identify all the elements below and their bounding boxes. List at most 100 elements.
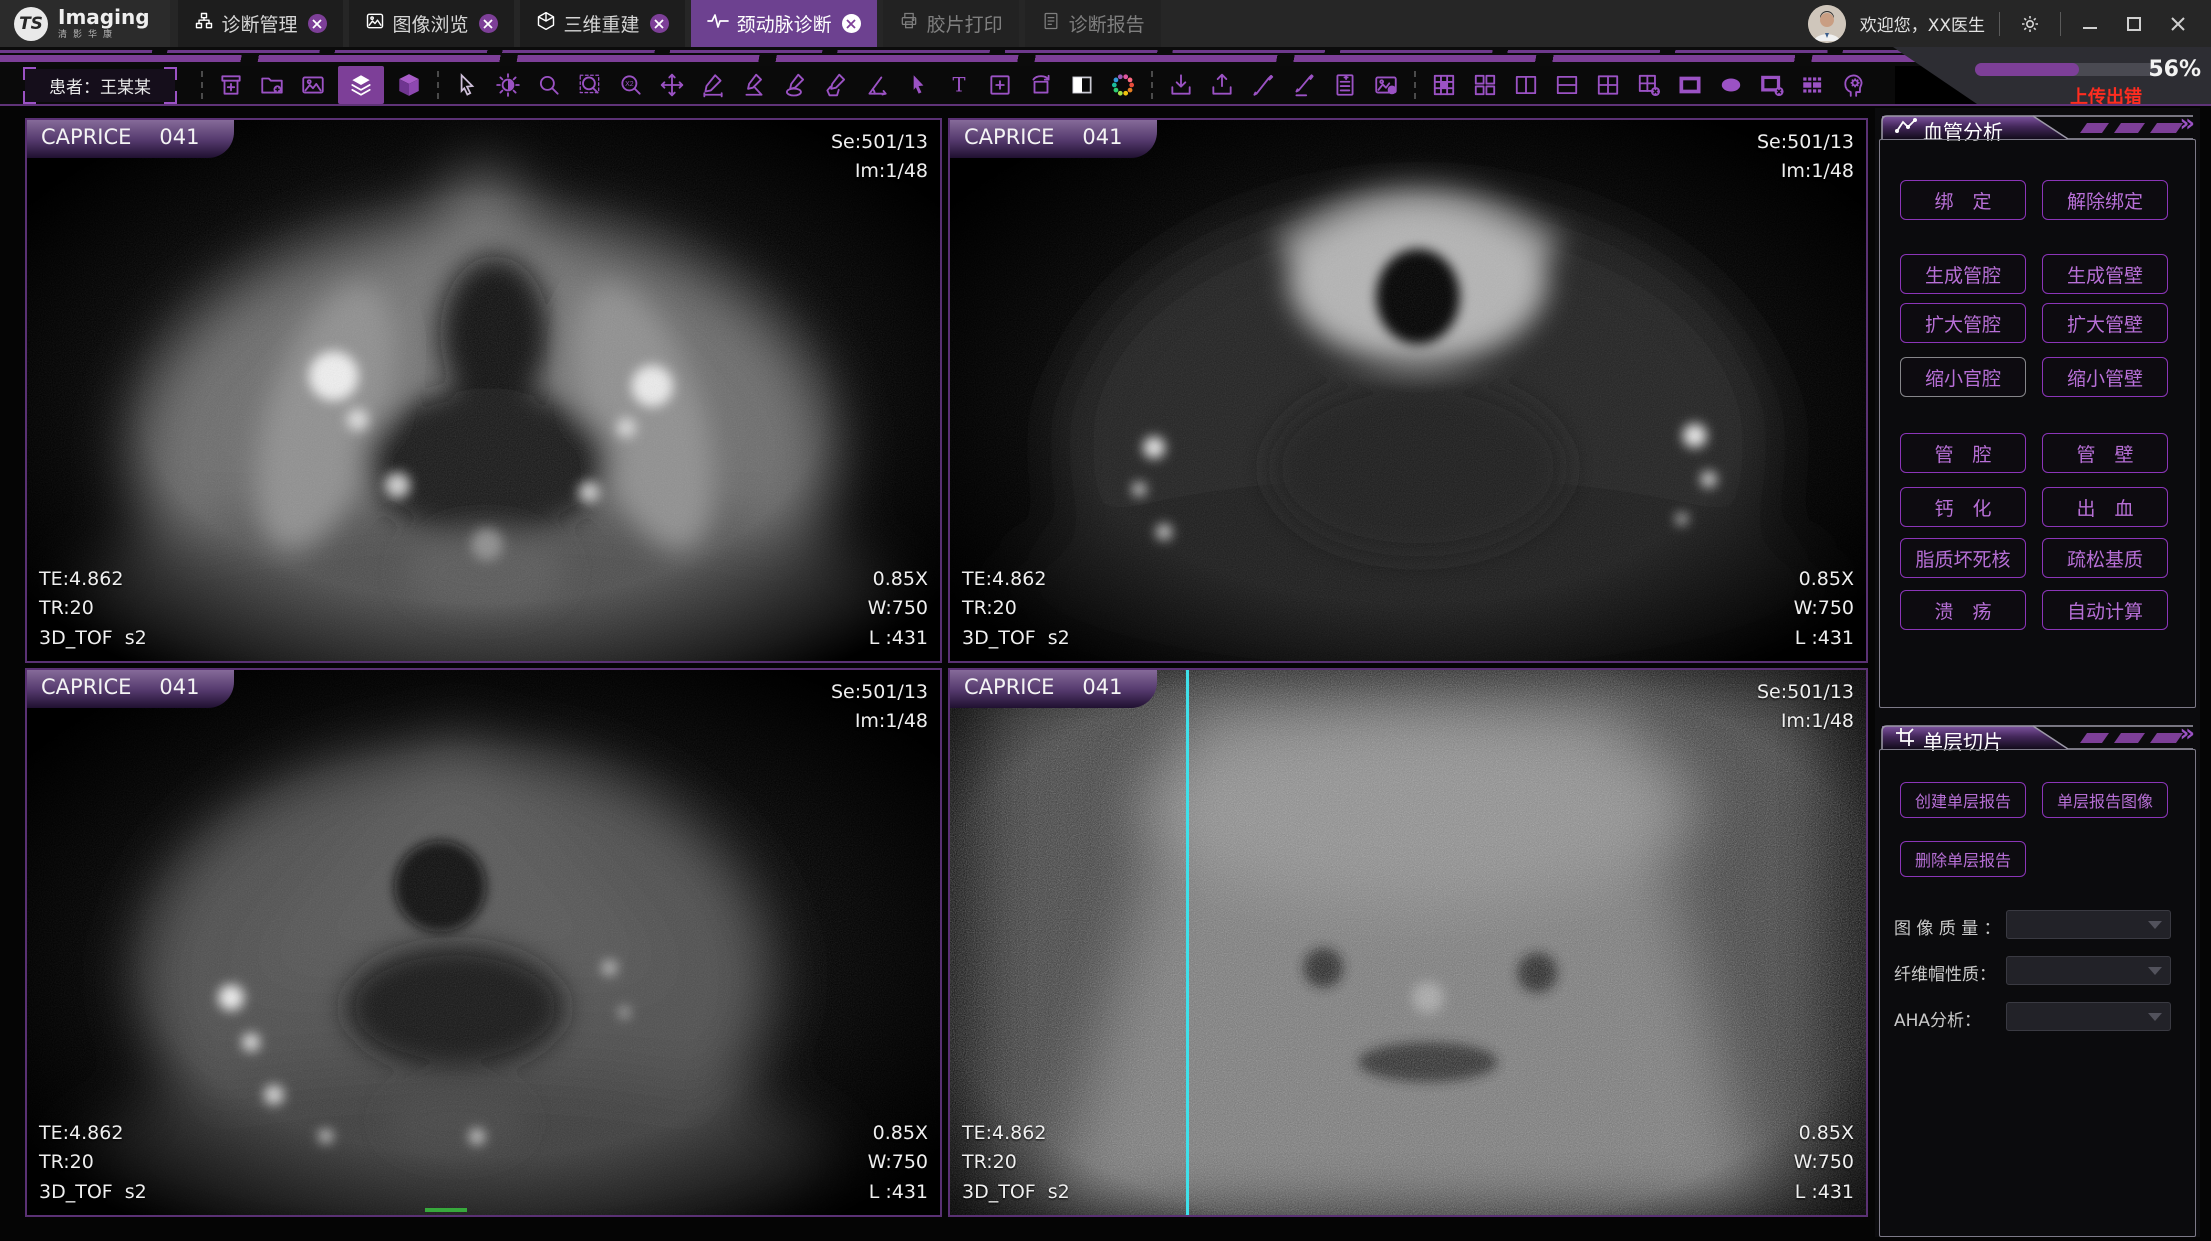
snapshot-icon[interactable] [1370,68,1402,102]
viewport-top-left[interactable]: CAPRICE041 Se:501/13Im:1/48 TE:4.862TR:2… [25,118,942,663]
title-bar: TS Imaging 清影华康 诊断管理 图像浏览 三维重建 [0,0,2211,47]
shrink-lumen-button[interactable]: 缩小官腔 [1900,357,2026,397]
tab-diagnosis-report[interactable]: 诊断报告 [1025,0,1161,47]
toolbar-separator [1151,71,1153,99]
report-doc-icon[interactable] [1329,68,1361,102]
unbind-button[interactable]: 解除绑定 [2042,180,2168,220]
rotate-icon[interactable] [1025,68,1057,102]
patient-label: 患者：王某某 [49,73,151,98]
archive-add-icon[interactable] [215,68,247,102]
angle-protractor-icon[interactable] [861,68,893,102]
pan-icon[interactable] [656,68,688,102]
shape-rect-icon[interactable] [1674,68,1706,102]
tab-label: 三维重建 [564,10,640,37]
calcification-button[interactable]: 钙 化 [1900,487,2026,527]
folder-open-add-icon[interactable] [256,68,288,102]
roi-box-icon[interactable] [984,68,1016,102]
tab-label: 诊断管理 [222,10,298,37]
generate-wall-button[interactable]: 生成管壁 [2042,254,2168,294]
window-level-icon[interactable] [492,68,524,102]
svg-text:X2: X2 [625,81,634,88]
import-icon[interactable] [1165,68,1197,102]
measure-length-icon[interactable] [697,68,729,102]
layout-close-icon[interactable] [1633,68,1665,102]
viewport-top-right[interactable]: CAPRICE041 Se:501/13Im:1/48 TE:4.862TR:2… [948,118,1868,663]
layout-vsplit-icon[interactable] [1510,68,1542,102]
lipid-core-button[interactable]: 脂质坏死核 [1900,538,2026,578]
close-icon[interactable] [308,14,327,33]
cube-3d-icon[interactable] [393,68,425,102]
tab-3d-reconstruction[interactable]: 三维重建 [520,0,685,47]
close-icon[interactable] [650,14,669,33]
acquisition-info: TE:4.862TR:203D_TOF s2 [962,1119,1070,1207]
brush-underline-icon[interactable] [1288,68,1320,102]
chevron-down-icon [2148,921,2162,929]
create-slice-report-button[interactable]: 创建单层报告 [1900,782,2026,818]
image-quality-dropdown[interactable] [2006,910,2171,939]
shape-ellipse-icon[interactable] [1715,68,1747,102]
waveform-icon [707,12,729,35]
collapse-chevron-icon[interactable]: » [2179,109,2195,137]
crosshair-line[interactable] [1186,670,1189,1215]
layers-icon[interactable] [338,66,384,104]
divider [1999,12,2000,36]
chevron-down-icon [2148,1013,2162,1021]
lumen-button[interactable]: 管 腔 [1900,433,2026,473]
hemorrhage-button[interactable]: 出 血 [2042,487,2168,527]
tab-carotid-diagnosis[interactable]: 颈动脉诊断 [691,0,877,47]
brush-icon[interactable] [1247,68,1279,102]
photo-gallery-icon[interactable] [297,68,329,102]
tab-image-browse[interactable]: 图像浏览 [349,0,514,47]
aha-analysis-dropdown[interactable] [2006,1002,2171,1031]
enlarge-lumen-button[interactable]: 扩大管腔 [1900,303,2026,343]
shrink-wall-button[interactable]: 缩小管壁 [2042,357,2168,397]
invert-icon[interactable] [1066,68,1098,102]
close-icon[interactable] [479,14,498,33]
enlarge-wall-button[interactable]: 扩大管壁 [2042,303,2168,343]
ai-head-icon[interactable] [1838,68,1870,102]
layout-grid4-icon[interactable] [1592,68,1624,102]
avatar[interactable] [1808,5,1846,43]
generate-lumen-button[interactable]: 生成管腔 [1900,254,2026,294]
fibrous-cap-dropdown[interactable] [2006,956,2171,985]
cine-film-icon[interactable] [1797,68,1829,102]
export-icon[interactable] [1206,68,1238,102]
zoom-x2-icon[interactable]: X2 [615,68,647,102]
slice-report-image-button[interactable]: 单层报告图像 [2042,782,2168,818]
loose-matrix-button[interactable]: 疏松基质 [2042,538,2168,578]
layout-grid9-icon[interactable] [1428,68,1460,102]
text-tool-icon[interactable]: T [943,68,975,102]
layout-quad-icon[interactable] [1469,68,1501,102]
tab-label: 图像浏览 [393,10,469,37]
settings-gear-icon[interactable] [2014,8,2046,40]
wall-button[interactable]: 管 壁 [2042,433,2168,473]
logo-monogram-icon: TS [14,7,48,41]
welcome-text: 欢迎您，XX医生 [1860,11,1985,36]
tab-film-print[interactable]: 胶片打印 [883,0,1019,47]
viewport-bottom-left[interactable]: CAPRICE041 Se:501/13Im:1/48 TE:4.862TR:2… [25,668,942,1217]
tab-diagnosis-management[interactable]: 诊断管理 [178,0,343,47]
patient-selector[interactable]: 患者：王某某 [25,69,175,102]
close-window-button[interactable] [2163,9,2193,39]
cursor-icon[interactable] [451,68,483,102]
measure-angle-icon[interactable] [738,68,770,102]
maximize-button[interactable] [2119,9,2149,39]
aha-analysis-label: AHA分析： [1894,1006,1981,1031]
bind-button[interactable]: 绑 定 [1900,180,2026,220]
ulcer-button[interactable]: 溃 疡 [1900,590,2026,630]
pseudocolor-icon[interactable] [1107,68,1139,102]
shape-rect-close-icon[interactable] [1756,68,1788,102]
delete-slice-report-button[interactable]: 删除单层报告 [1900,841,2026,877]
close-icon[interactable] [842,14,861,33]
auto-calculate-button[interactable]: 自动计算 [2042,590,2168,630]
viewport-bottom-right[interactable]: CAPRICE041 Se:501/13Im:1/48 TE:4.862TR:2… [948,668,1868,1217]
draw-ellipse-icon[interactable] [779,68,811,102]
layout-hsplit-icon[interactable] [1551,68,1583,102]
window-info: 0.85XW:750L :431 [1794,1119,1854,1207]
draw-polygon-icon[interactable] [820,68,852,102]
collapse-chevron-icon[interactable]: » [2179,719,2195,747]
minimize-button[interactable] [2075,9,2105,39]
zoom-region-icon[interactable] [574,68,606,102]
pointer-icon[interactable] [902,68,934,102]
zoom-icon[interactable] [533,68,565,102]
